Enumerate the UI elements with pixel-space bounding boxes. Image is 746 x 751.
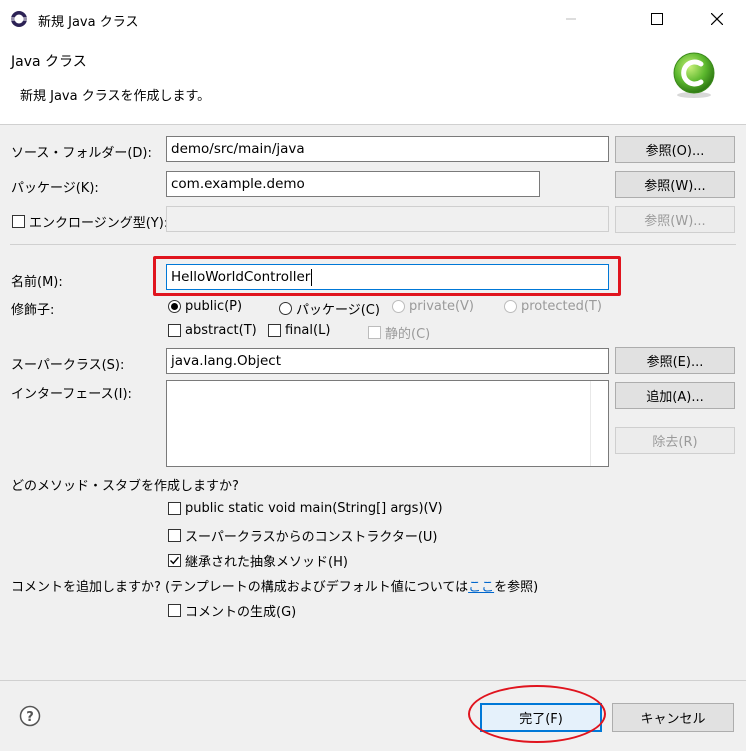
footer-separator xyxy=(0,680,746,681)
modifier-package-label: パッケージ(C) xyxy=(296,303,380,318)
enclosing-type-browse-button: 参照(W)... xyxy=(615,206,735,233)
checkbox-box[interactable] xyxy=(168,324,181,337)
comments-question-suffix: を参照) xyxy=(494,580,539,595)
source-folder-input[interactable]: demo/src/main/java xyxy=(166,136,609,162)
maximize-icon xyxy=(651,13,663,25)
enclosing-type-input xyxy=(166,206,609,232)
superclass-browse-button[interactable]: 参照(E)... xyxy=(615,347,735,374)
interfaces-add-button[interactable]: 追加(A)... xyxy=(615,382,735,409)
checkbox-box[interactable] xyxy=(12,215,25,228)
interfaces-list[interactable] xyxy=(166,380,609,467)
stub-inherited-label: 継承された抽象メソッド(H) xyxy=(185,555,348,570)
checkbox-box xyxy=(368,326,381,339)
header-description: 新規 Java クラスを作成します。 xyxy=(20,89,211,104)
text-cursor xyxy=(311,268,313,286)
cancel-button[interactable]: キャンセル xyxy=(612,703,734,732)
modifier-abstract-label: abstract(T) xyxy=(185,323,257,338)
package-browse-button[interactable]: 参照(W)... xyxy=(615,171,735,198)
interfaces-list-scrollbar[interactable] xyxy=(590,381,608,466)
enclosing-type-label: エンクロージング型(Y): xyxy=(29,216,169,231)
interfaces-label: インターフェース(I): xyxy=(11,387,132,402)
name-label: 名前(M): xyxy=(11,275,63,290)
close-button[interactable] xyxy=(694,0,740,38)
superclass-input[interactable]: java.lang.Object xyxy=(166,348,609,374)
finish-highlight-annotation xyxy=(468,685,606,743)
radio-unselected[interactable] xyxy=(279,302,292,315)
stub-inherited-checkbox[interactable]: 継承された抽象メソッド(H) xyxy=(168,551,348,570)
comments-question: コメントを追加しますか? (テンプレートの構成およびデフォルト値についてはここを… xyxy=(11,576,538,595)
source-folder-browse-button[interactable]: 参照(O)... xyxy=(615,136,735,163)
modifier-static-label: 静的(C) xyxy=(385,327,431,342)
superclass-label: スーパークラス(S): xyxy=(11,358,125,373)
modifier-public-label: public(P) xyxy=(185,299,243,314)
package-input[interactable]: com.example.demo xyxy=(166,171,540,197)
eclipse-icon xyxy=(11,11,27,27)
stub-main-checkbox[interactable]: public static void main(String[] args)(V… xyxy=(168,501,443,516)
separator xyxy=(10,244,736,245)
class-name-input[interactable]: HelloWorldController xyxy=(166,264,609,290)
radio-selected[interactable] xyxy=(168,300,181,313)
stubs-question: どのメソッド・スタブを作成しますか? xyxy=(11,479,239,494)
header-title: Java クラス xyxy=(11,54,87,70)
source-folder-label: ソース・フォルダー(D): xyxy=(11,146,152,161)
checkbox-box[interactable] xyxy=(268,324,281,337)
radio-disabled xyxy=(392,300,405,313)
class-wizard-icon xyxy=(673,52,715,98)
checkbox-box[interactable] xyxy=(168,604,181,617)
interfaces-remove-button: 除去(R) xyxy=(615,427,735,454)
stub-main-label: public static void main(String[] args)(V… xyxy=(185,501,443,516)
class-name-value: HelloWorldController xyxy=(171,269,311,285)
checkmark-icon xyxy=(170,556,180,565)
minimize-icon xyxy=(566,18,576,20)
maximize-button[interactable] xyxy=(634,0,680,38)
stub-constructors-checkbox[interactable]: スーパークラスからのコンストラクター(U) xyxy=(168,526,438,545)
wizard-header: Java クラス 新規 Java クラスを作成します。 xyxy=(0,38,746,125)
enclosing-type-checkbox[interactable]: エンクロージング型(Y): xyxy=(12,212,168,231)
generate-comments-label: コメントの生成(G) xyxy=(185,605,297,620)
modifier-private-radio: private(V) xyxy=(392,299,474,314)
modifier-final-label: final(L) xyxy=(285,323,331,338)
comments-question-text: コメントを追加しますか? (テンプレートの構成およびデフォルト値については xyxy=(11,580,469,595)
modifier-protected-label: protected(T) xyxy=(521,299,602,314)
modifier-abstract-checkbox[interactable]: abstract(T) xyxy=(168,323,257,338)
checkbox-checked[interactable] xyxy=(168,554,181,567)
radio-disabled xyxy=(504,300,517,313)
checkbox-box[interactable] xyxy=(168,502,181,515)
modifier-private-label: private(V) xyxy=(409,299,474,314)
window-title: 新規 Java クラス xyxy=(38,15,139,30)
svg-text:?: ? xyxy=(26,710,34,725)
templates-link[interactable]: ここ xyxy=(468,580,494,595)
title-bar: 新規 Java クラス xyxy=(0,0,746,38)
generate-comments-checkbox[interactable]: コメントの生成(G) xyxy=(168,601,296,620)
package-label: パッケージ(K): xyxy=(11,181,99,196)
stub-constructors-label: スーパークラスからのコンストラクター(U) xyxy=(185,530,438,545)
modifier-protected-radio: protected(T) xyxy=(504,299,602,314)
minimize-button[interactable] xyxy=(548,0,594,38)
modifier-static-checkbox: 静的(C) xyxy=(368,323,430,342)
modifier-public-radio[interactable]: public(P) xyxy=(168,299,242,314)
modifier-package-radio[interactable]: パッケージ(C) xyxy=(279,299,380,318)
checkbox-box[interactable] xyxy=(168,529,181,542)
modifier-final-checkbox[interactable]: final(L) xyxy=(268,323,330,338)
close-icon xyxy=(711,13,723,25)
modifiers-label: 修飾子: xyxy=(11,303,55,318)
help-icon[interactable]: ? xyxy=(19,705,41,727)
